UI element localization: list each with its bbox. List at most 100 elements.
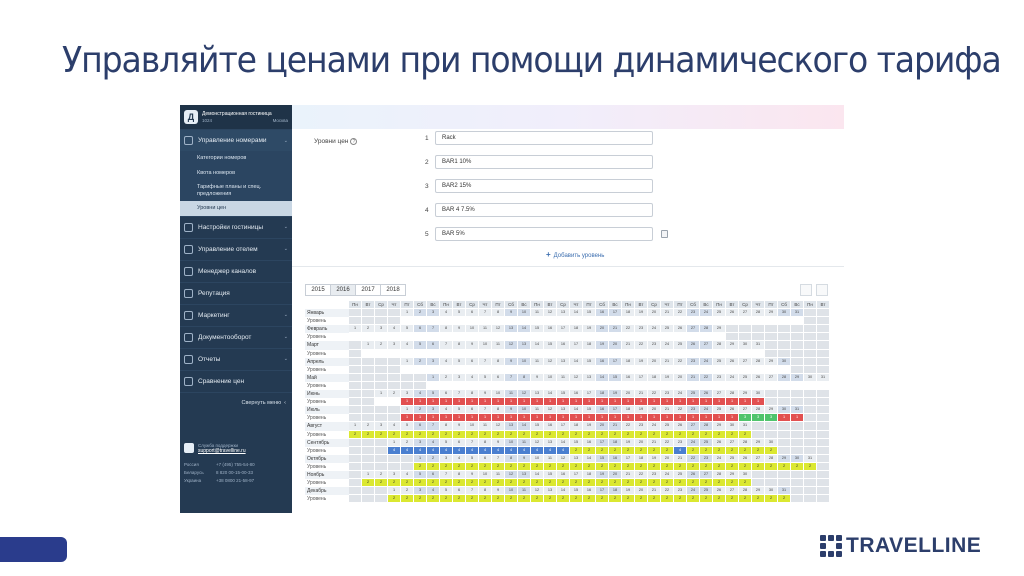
level-cell[interactable]: 2 (440, 462, 453, 471)
level-cell[interactable]: 1 (557, 398, 570, 407)
day-cell[interactable]: 22 (674, 357, 687, 366)
day-cell[interactable]: 18 (596, 390, 609, 399)
level-cell[interactable]: 2 (765, 462, 778, 471)
day-cell[interactable]: 15 (544, 341, 557, 350)
level-cell[interactable]: 1 (479, 414, 492, 423)
day-cell[interactable]: 12 (492, 422, 505, 431)
sidebar-item-0[interactable]: Управление номерами ⌄ (180, 129, 292, 151)
day-cell[interactable]: 1 (388, 487, 401, 496)
level-cell[interactable]: 1 (713, 398, 726, 407)
day-cell[interactable]: 11 (544, 454, 557, 463)
day-cell[interactable]: 7 (466, 487, 479, 496)
day-cell[interactable]: 27 (739, 309, 752, 318)
day-cell[interactable]: 25 (674, 470, 687, 480)
level-cell[interactable]: 1 (674, 414, 687, 423)
level-cell[interactable] (479, 317, 492, 326)
day-cell[interactable]: 2 (427, 454, 440, 463)
level-cell[interactable]: 2 (466, 462, 479, 471)
day-cell[interactable]: 9 (453, 325, 466, 334)
level-cell[interactable]: 1 (726, 414, 739, 423)
day-cell[interactable]: 24 (726, 373, 739, 382)
day-cell[interactable]: 24 (687, 438, 700, 447)
day-cell[interactable]: 18 (648, 373, 661, 382)
day-cell[interactable]: 21 (622, 470, 635, 480)
day-cell[interactable]: 20 (648, 357, 661, 366)
level-cell[interactable]: 2 (739, 430, 752, 439)
day-cell[interactable]: 27 (739, 406, 752, 415)
day-cell[interactable]: 30 (791, 454, 804, 463)
level-cell[interactable]: 2 (583, 446, 596, 455)
level-cell[interactable]: 2 (609, 479, 622, 488)
day-cell[interactable]: 10 (479, 470, 492, 480)
day-cell[interactable]: 27 (687, 325, 700, 334)
level-cell[interactable]: 3 (765, 414, 778, 423)
day-cell[interactable]: 3 (440, 454, 453, 463)
sidebar-subitem-2[interactable]: Тарифные планы и спец. предложения (180, 180, 292, 201)
level-cell[interactable]: 1 (622, 398, 635, 407)
day-cell[interactable]: 28 (700, 422, 713, 431)
day-cell[interactable]: 29 (791, 373, 804, 382)
day-cell[interactable]: 6 (492, 373, 505, 382)
day-cell[interactable]: 16 (570, 390, 583, 399)
level-cell[interactable]: 1 (791, 414, 804, 423)
day-cell[interactable]: 23 (687, 309, 700, 318)
day-cell[interactable]: 28 (713, 341, 726, 350)
day-cell[interactable]: 21 (674, 454, 687, 463)
level-cell[interactable] (609, 381, 622, 391)
level-cell[interactable] (440, 365, 453, 374)
level-cell[interactable] (765, 317, 778, 326)
day-cell[interactable]: 28 (778, 373, 791, 382)
level-cell[interactable]: 2 (427, 495, 440, 504)
day-cell[interactable]: 17 (570, 470, 583, 480)
level-cell[interactable] (674, 365, 687, 374)
level-cell[interactable]: 1 (557, 414, 570, 423)
level-cell[interactable] (778, 317, 791, 326)
level-cell[interactable]: 2 (635, 462, 648, 471)
day-cell[interactable]: 20 (661, 454, 674, 463)
level-cell[interactable] (505, 365, 518, 374)
level-cell[interactable] (375, 398, 388, 407)
day-cell[interactable]: 31 (791, 406, 804, 415)
day-cell[interactable]: 7 (492, 454, 505, 463)
day-cell[interactable]: 4 (388, 422, 401, 431)
day-cell[interactable]: 19 (635, 309, 648, 318)
day-cell[interactable]: 23 (661, 390, 674, 399)
day-cell[interactable]: 10 (518, 406, 531, 415)
level-cell[interactable] (687, 365, 700, 374)
level-cell[interactable]: 2 (609, 446, 622, 455)
sidebar-item-4[interactable]: Репутация (180, 281, 292, 304)
level-cell[interactable]: 2 (700, 446, 713, 455)
sidebar-item-5[interactable]: Маркетинг ⌄ (180, 303, 292, 326)
level-cell[interactable]: 2 (466, 495, 479, 504)
level-cell[interactable] (427, 349, 440, 358)
level-cell[interactable]: 2 (479, 462, 492, 471)
level-cell[interactable] (648, 365, 661, 374)
level-cell[interactable] (492, 365, 505, 374)
level-cell[interactable]: 2 (596, 495, 609, 504)
level-cell[interactable]: 2 (492, 462, 505, 471)
day-cell[interactable]: 24 (674, 390, 687, 399)
level-cell[interactable]: 3 (739, 414, 752, 423)
level-cell[interactable]: 2 (674, 430, 687, 439)
level-cell[interactable]: 1 (466, 398, 479, 407)
day-cell[interactable]: 28 (752, 309, 765, 318)
level-cell[interactable] (466, 381, 479, 391)
day-cell[interactable]: 1 (362, 341, 375, 350)
day-cell[interactable]: 30 (804, 373, 817, 382)
level-cell[interactable]: 2 (557, 462, 570, 471)
level-cell[interactable] (648, 381, 661, 391)
day-cell[interactable]: 13 (518, 341, 531, 350)
day-cell[interactable]: 19 (648, 454, 661, 463)
day-cell[interactable]: 28 (739, 487, 752, 496)
year-tab-2018[interactable]: 2018 (380, 284, 406, 296)
level-cell[interactable] (635, 365, 648, 374)
day-cell[interactable]: 3 (427, 357, 440, 366)
level-cell[interactable] (427, 365, 440, 374)
day-cell[interactable]: 17 (609, 309, 622, 318)
day-cell[interactable]: 8 (479, 438, 492, 447)
day-cell[interactable]: 19 (635, 406, 648, 415)
day-cell[interactable]: 17 (596, 487, 609, 496)
level-cell[interactable]: 2 (479, 495, 492, 504)
year-tab-2017[interactable]: 2017 (355, 284, 381, 296)
level-cell[interactable] (388, 349, 401, 358)
